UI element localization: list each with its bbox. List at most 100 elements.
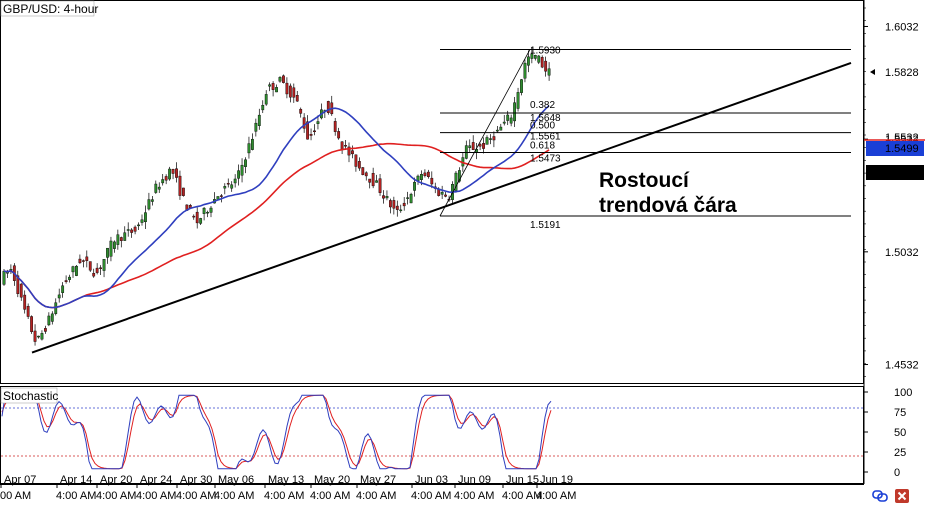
candle-body — [244, 159, 247, 167]
time-sub-label: 4:00 AM — [356, 490, 396, 502]
candle-body — [502, 121, 506, 124]
time-sub-label: 4:00 AM — [536, 490, 576, 502]
candle-body — [416, 175, 420, 181]
candle-body — [499, 126, 503, 131]
candle-body — [254, 122, 258, 132]
candle-body — [468, 145, 472, 148]
candle-body — [99, 267, 103, 269]
candle-body — [333, 121, 337, 132]
candle-body — [126, 229, 130, 231]
candle-body — [88, 261, 92, 271]
candle-body — [161, 179, 165, 184]
time-tick-label: Apr 07 — [4, 474, 36, 486]
candle-body — [40, 333, 44, 340]
annotation-line-2: trendová čára — [599, 194, 737, 217]
candle-body — [26, 305, 30, 317]
candle-body — [513, 102, 517, 122]
candle-body — [375, 180, 378, 183]
candle-body — [547, 68, 551, 76]
candle-body — [202, 207, 206, 214]
time-sub-label: 4:00 AM — [176, 490, 216, 502]
candle-body — [178, 175, 182, 196]
candle-body — [268, 84, 272, 87]
candle-body — [489, 138, 492, 140]
candle-body — [309, 134, 313, 136]
candle-body — [389, 200, 392, 208]
candle-body — [299, 108, 303, 114]
time-sub-label: 00 AM — [0, 490, 31, 502]
candle-body — [495, 129, 499, 132]
time-sub-label: 4:00 AM — [264, 490, 304, 502]
candle-body — [485, 137, 489, 145]
stochastic-tick-label: 0 — [894, 467, 900, 479]
candle-body — [192, 215, 196, 218]
link-icon[interactable] — [872, 490, 888, 502]
candle-body — [430, 177, 434, 185]
candle-body — [30, 316, 33, 332]
chart-root: 1.5930 0.382 1.5648 0.500 1.5561 0.618 1.5473 1… — [0, 0, 925, 503]
candle-body — [406, 197, 410, 199]
candle-body — [395, 205, 399, 210]
time-tick-label: Jun 03 — [415, 474, 448, 486]
candle-body — [219, 195, 223, 197]
close-x-icon[interactable] — [895, 489, 909, 503]
candle-body — [516, 92, 520, 109]
candle-body — [482, 143, 485, 149]
candle-body — [78, 258, 82, 264]
candle-body — [206, 211, 209, 214]
candle-body — [316, 121, 320, 124]
candle-body — [288, 85, 292, 98]
time-tick-label: May 20 — [314, 474, 350, 486]
candle-body — [399, 209, 403, 212]
candle-body — [223, 186, 227, 189]
stochastic-title: Stochastic — [3, 389, 58, 403]
candle-body — [295, 95, 299, 102]
candle-body — [164, 176, 168, 181]
candle-body — [257, 114, 261, 126]
candle-body — [426, 171, 430, 178]
candle-body — [523, 62, 527, 79]
candle-body — [237, 170, 240, 179]
fib-label-low: 1.5191 — [530, 220, 561, 231]
candle-body — [109, 240, 113, 257]
candle-body — [144, 212, 147, 223]
candle-body — [150, 199, 154, 202]
candle-body — [271, 83, 275, 90]
candle-body — [47, 315, 51, 326]
candle-body — [106, 247, 109, 258]
candle-body — [102, 259, 106, 271]
candle-body — [368, 178, 372, 183]
candle-body — [527, 56, 530, 66]
candle-body — [168, 168, 171, 180]
candle-body — [137, 224, 140, 227]
candle-body — [340, 141, 344, 150]
candle-body — [37, 335, 40, 338]
candle-body — [2, 270, 6, 285]
candle-body — [95, 267, 99, 273]
candle-body — [71, 266, 75, 273]
candle-body — [385, 196, 389, 199]
candle-body — [506, 114, 510, 121]
candle-body — [540, 57, 544, 68]
candle-body — [50, 313, 54, 322]
candle-body — [354, 154, 358, 167]
time-tick-label: Apr 30 — [180, 474, 212, 486]
candle-body — [440, 191, 444, 195]
candle-body — [351, 150, 354, 155]
candle-body — [195, 211, 199, 224]
candle-body — [444, 194, 447, 197]
time-sub-label: 4:00 AM — [136, 490, 176, 502]
candle-body — [75, 265, 78, 276]
candle-body — [123, 232, 127, 241]
candle-body — [250, 138, 254, 150]
candle-body — [264, 94, 268, 105]
candle-body — [409, 193, 413, 204]
candle-body — [240, 164, 244, 176]
time-tick-label: Apr 20 — [100, 474, 132, 486]
price-tick-label: 1.5032 — [885, 247, 919, 259]
candle-body — [154, 183, 158, 193]
price-tick-label: 1.6032 — [885, 21, 919, 33]
candle-body — [357, 161, 361, 169]
fib-label-ratio-0382: 0.382 — [530, 100, 555, 111]
candle-body — [313, 130, 316, 133]
